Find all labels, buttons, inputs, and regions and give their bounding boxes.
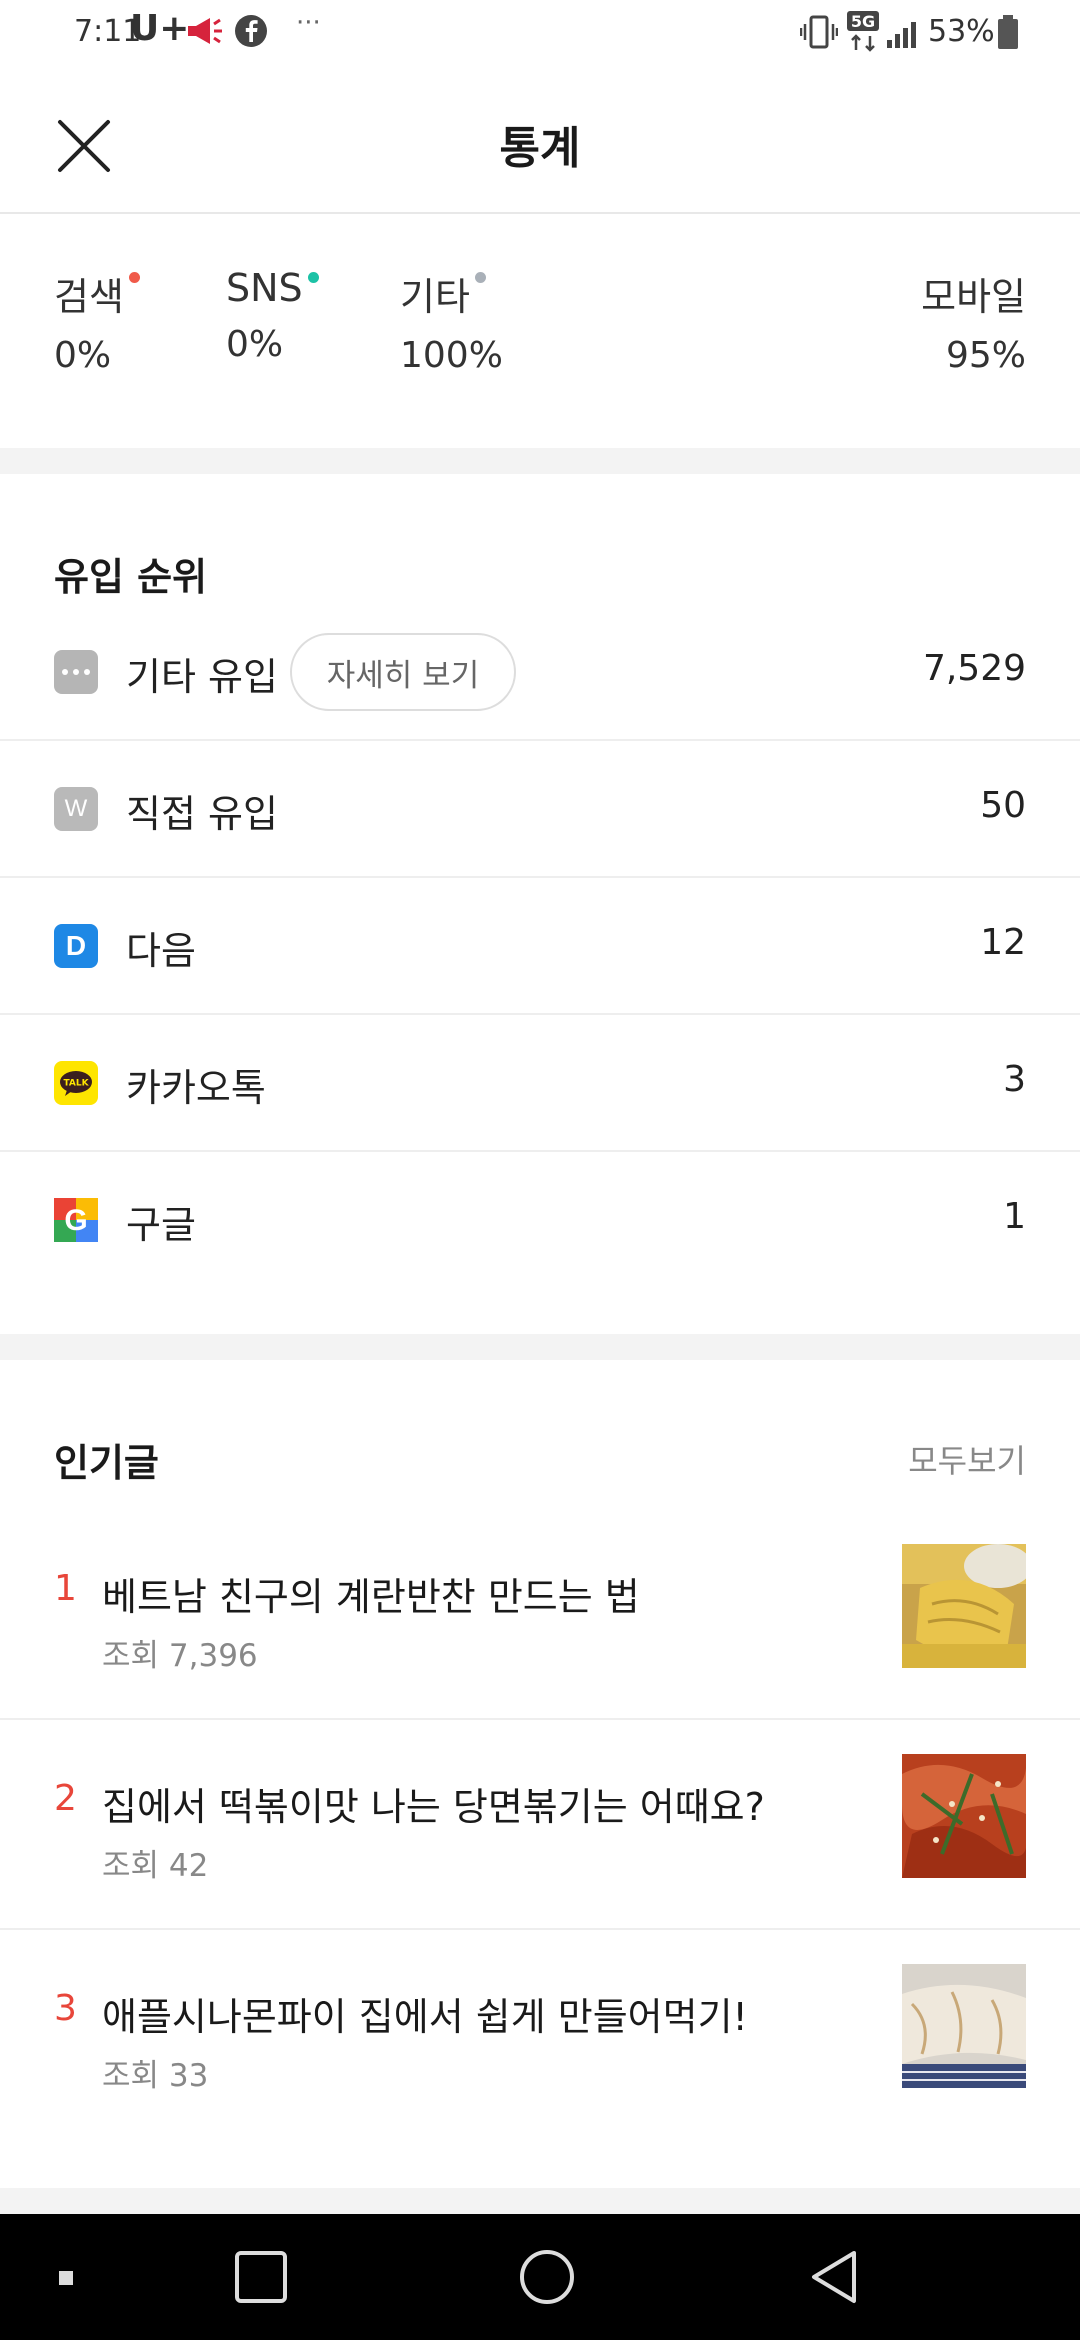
status-bar: 7:11 U+ ··· 5G 53% bbox=[0, 0, 1080, 66]
battery-icon bbox=[996, 14, 1020, 54]
view-all-link[interactable]: 모두보기 bbox=[908, 1436, 1026, 1482]
page-title: 통계 bbox=[499, 123, 581, 174]
ratio-item-other: 기타 100% bbox=[400, 266, 503, 376]
post-rank: 3 bbox=[54, 1988, 77, 2029]
popular-section-title: 인기글 bbox=[54, 1441, 159, 1485]
inflow-value: 7,529 bbox=[922, 648, 1026, 689]
post-thumbnail bbox=[902, 1754, 1026, 1878]
inflow-row-other[interactable]: 기타 유입 자세히 보기 7,529 bbox=[0, 604, 1080, 741]
inflow-row-kakaotalk[interactable]: TALK 카카오톡 3 bbox=[0, 1015, 1080, 1152]
daum-icon: D bbox=[54, 924, 98, 968]
inflow-label: 기타 유입 bbox=[126, 655, 278, 699]
post-row-3[interactable]: 3 애플시나몬파이 집에서 쉽게 만들어먹기! 조회 33 bbox=[0, 1930, 1080, 2140]
post-thumbnail bbox=[902, 1964, 1026, 2088]
inflow-row-direct[interactable]: W 직접 유입 50 bbox=[0, 741, 1080, 878]
system-nav-bar bbox=[0, 2214, 1080, 2340]
more-dots-icon: ··· bbox=[296, 8, 321, 38]
ratio-label: 검색 bbox=[54, 266, 140, 321]
overview-square-icon[interactable] bbox=[234, 2250, 288, 2308]
more-icon bbox=[54, 650, 98, 694]
recent-dot-icon[interactable] bbox=[58, 2270, 74, 2290]
inflow-label: 직접 유입 bbox=[126, 792, 278, 836]
section-divider bbox=[0, 2188, 1080, 2214]
post-title: 베트남 친구의 계란반찬 만드는 법 bbox=[102, 1575, 640, 1619]
post-views: 조회 33 bbox=[102, 2058, 209, 2094]
post-row-1[interactable]: 1 베트남 친구의 계란반찬 만드는 법 조회 7,396 bbox=[0, 1510, 1080, 1720]
back-triangle-icon[interactable] bbox=[808, 2248, 860, 2310]
post-views: 조회 7,396 bbox=[102, 1638, 258, 1674]
other-dot-icon bbox=[474, 272, 486, 283]
status-carrier: U+ bbox=[130, 8, 190, 49]
svg-text:5G: 5G bbox=[851, 12, 875, 31]
source-ratio-section: 검색 0% SNS 0% 기타 100% 모바일 95% bbox=[0, 216, 1080, 448]
ratio-label: 모바일 bbox=[921, 275, 1026, 319]
ratio-value: 0% bbox=[54, 335, 112, 376]
facebook-icon bbox=[234, 14, 268, 52]
inflow-section-title: 유입 순위 bbox=[54, 555, 208, 599]
kakaotalk-icon: TALK bbox=[54, 1061, 98, 1105]
inflow-value: 1 bbox=[1003, 1196, 1026, 1237]
battery-percent: 53% bbox=[928, 14, 995, 49]
ratio-value: 100% bbox=[400, 335, 503, 376]
sns-dot-icon bbox=[307, 272, 319, 283]
ratio-label: SNS bbox=[226, 266, 319, 310]
post-views: 조회 42 bbox=[102, 1848, 209, 1884]
ratio-item-search: 검색 0% bbox=[54, 266, 140, 376]
inflow-value: 50 bbox=[980, 785, 1026, 826]
post-title: 애플시나몬파이 집에서 쉽게 만들어먹기! bbox=[102, 1995, 748, 2039]
section-divider bbox=[0, 1334, 1080, 1360]
app-header: 통계 bbox=[0, 70, 1080, 214]
post-thumbnail bbox=[902, 1544, 1026, 1668]
inflow-label: 다음 bbox=[126, 929, 196, 973]
network-5g-icon: 5G bbox=[846, 10, 880, 56]
svg-text:TALK: TALK bbox=[63, 1079, 89, 1089]
ratio-item-mobile: 모바일 95% bbox=[921, 266, 1026, 376]
section-divider bbox=[0, 448, 1080, 474]
inflow-value: 3 bbox=[1003, 1059, 1026, 1100]
megaphone-icon bbox=[186, 14, 224, 52]
ratio-label: 기타 bbox=[400, 266, 486, 321]
home-circle-icon[interactable] bbox=[518, 2248, 576, 2310]
ratio-item-sns: SNS 0% bbox=[226, 266, 319, 365]
detail-view-button[interactable]: 자세히 보기 bbox=[290, 633, 516, 711]
inflow-row-google[interactable]: G 구글 1 bbox=[0, 1152, 1080, 1289]
vibrate-icon bbox=[799, 14, 839, 54]
inflow-label: 카카오톡 bbox=[126, 1066, 266, 1110]
post-row-2[interactable]: 2 집에서 떡볶이맛 나는 당면볶기는 어때요? 조회 42 bbox=[0, 1720, 1080, 1930]
post-rank: 1 bbox=[54, 1568, 77, 1609]
search-dot-icon bbox=[128, 272, 140, 283]
post-title: 집에서 떡볶이맛 나는 당면볶기는 어때요? bbox=[102, 1785, 765, 1829]
ratio-value: 0% bbox=[226, 324, 284, 365]
inflow-row-daum[interactable]: D 다음 12 bbox=[0, 878, 1080, 1015]
svg-text:G: G bbox=[64, 1204, 87, 1237]
ratio-value: 95% bbox=[945, 335, 1026, 376]
signal-icon bbox=[886, 16, 922, 52]
inflow-value: 12 bbox=[980, 922, 1026, 963]
post-rank: 2 bbox=[54, 1778, 77, 1819]
inflow-label: 구글 bbox=[126, 1203, 196, 1247]
w-icon: W bbox=[54, 787, 98, 831]
google-icon: G bbox=[54, 1198, 98, 1242]
